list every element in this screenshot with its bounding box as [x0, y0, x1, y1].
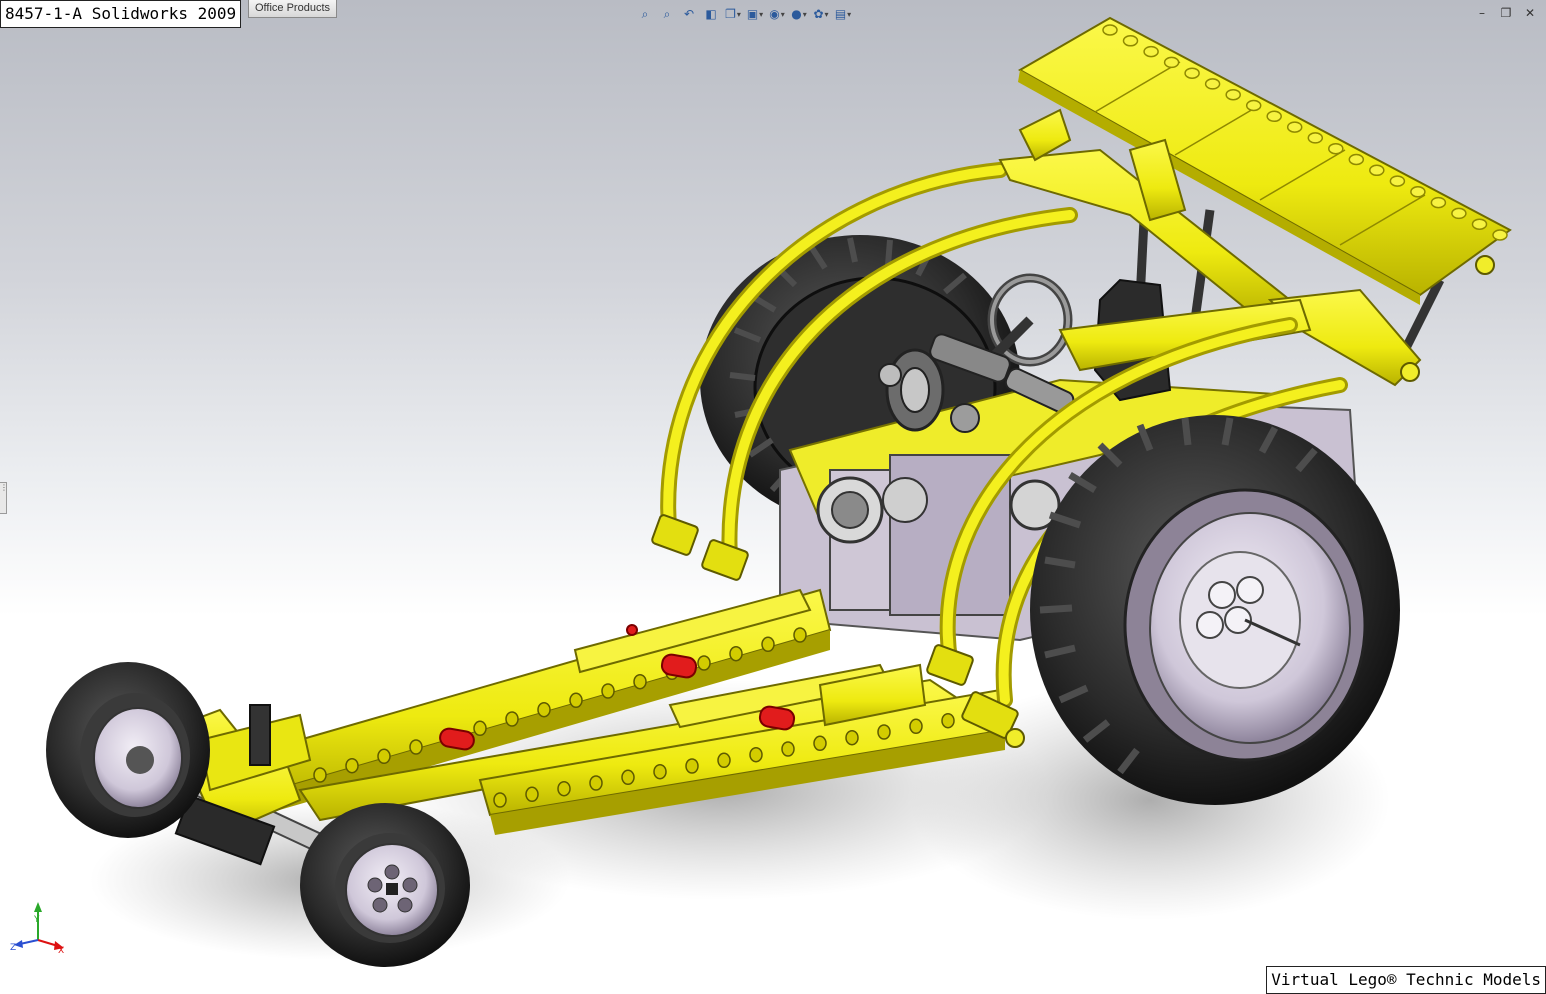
hide-show-items-icon[interactable]: ◉ [768, 5, 786, 23]
beam-hole [473, 720, 487, 737]
beam-hole [909, 718, 923, 735]
view-orientation-icon[interactable]: ❐ [724, 5, 742, 23]
window-controls: – ❐ ✕ [1474, 6, 1538, 20]
spoiler-stud [1286, 121, 1303, 133]
footer-credit-label: Virtual Lego® Technic Models [1266, 966, 1546, 994]
beam-hole [313, 767, 327, 783]
spoiler-stud [1184, 67, 1200, 79]
beam-hole [621, 769, 635, 786]
spoiler-stud [1389, 175, 1406, 187]
beam-hole [525, 786, 539, 803]
spoiler-stud [1348, 153, 1365, 166]
spoiler-stud [1204, 78, 1221, 90]
graphics-area[interactable]: Y X Z 8457-1-A Solidworks 2009 Office Pr… [0, 0, 1546, 994]
apply-scene-icon[interactable]: ✿ [812, 5, 830, 23]
spoiler-stud [1430, 196, 1447, 209]
previous-view-icon[interactable]: ↶ [680, 5, 698, 23]
beam-hole [345, 757, 359, 774]
front-left-wheel[interactable] [46, 662, 210, 838]
beam-hole [589, 775, 603, 791]
beam-hole [813, 735, 827, 752]
spoiler-stud [1451, 207, 1467, 220]
beam-hole [845, 729, 859, 746]
heads-up-view-toolbar: ⌕⌕↶◧❐▣◉●✿▤ [636, 3, 852, 25]
spoiler-stud [1369, 164, 1385, 177]
close-icon[interactable]: ✕ [1522, 6, 1538, 20]
spoiler-stud [1143, 45, 1159, 58]
rear-right-wheel[interactable] [1030, 415, 1400, 805]
display-style-icon[interactable]: ▣ [746, 5, 764, 23]
beam-hole [729, 645, 743, 662]
beam-hole [633, 673, 647, 690]
section-view-icon[interactable]: ◧ [702, 5, 720, 23]
minimize-icon[interactable]: – [1474, 6, 1490, 20]
beam-hole [941, 712, 955, 729]
front-right-wheel[interactable] [300, 803, 470, 967]
spoiler-stud [1225, 88, 1241, 101]
zoom-to-area-icon[interactable]: ⌕ [658, 5, 676, 23]
spoiler-stud [1102, 24, 1118, 36]
edit-appearance-icon[interactable]: ● [790, 5, 808, 23]
beam-hole [685, 758, 699, 774]
coordinate-triad: Y X Z [10, 902, 64, 956]
beam-hole [537, 701, 551, 718]
restore-icon[interactable]: ❐ [1498, 6, 1514, 20]
beam-hole [569, 692, 583, 709]
view-settings-icon[interactable]: ▤ [834, 5, 852, 23]
triad-z-label: Z [10, 943, 16, 953]
beam-hole [409, 739, 423, 755]
beam-hole [377, 748, 391, 765]
office-products-tab[interactable]: Office Products [248, 0, 337, 18]
beam-hole [793, 627, 807, 643]
spoiler-stud [1122, 35, 1139, 47]
lego-model-3d-view[interactable]: Y X Z [0, 0, 1546, 994]
beam-hole [877, 724, 891, 740]
beam-hole [749, 746, 763, 763]
spoiler-stud [1266, 110, 1282, 123]
beam-hole [717, 752, 731, 769]
triad-y-label: Y [33, 915, 40, 925]
beam-hole [601, 683, 615, 699]
beam-hole [653, 763, 667, 780]
zoom-to-fit-icon[interactable]: ⌕ [636, 5, 654, 23]
spoiler-stud [1163, 56, 1180, 69]
beam-hole [761, 636, 775, 653]
spoiler-stud [1307, 132, 1324, 144]
beam-hole [493, 792, 507, 808]
model-title-label: 8457-1-A Solidworks 2009 [0, 0, 242, 28]
beam-hole [697, 655, 711, 671]
spoiler-stud [1245, 99, 1262, 112]
spoiler-stud [1410, 186, 1426, 198]
beam-hole [505, 711, 519, 727]
spoiler-stud [1471, 218, 1488, 230]
spoiler-stud [1492, 229, 1508, 241]
beam-hole [781, 741, 795, 757]
task-pane-handle[interactable]: ⋮ [0, 482, 8, 514]
beam-hole [557, 780, 571, 797]
triad-x-label: X [58, 946, 64, 956]
spoiler-stud [1328, 142, 1344, 155]
